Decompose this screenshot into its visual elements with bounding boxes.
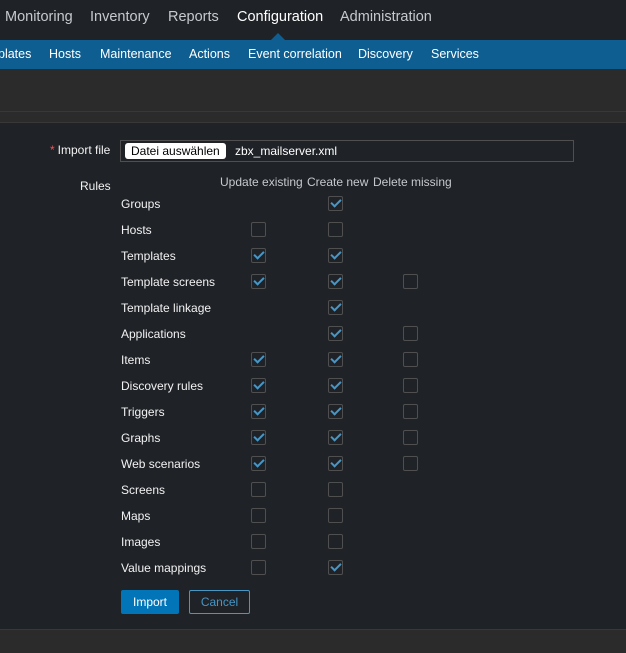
rules-label: Rules	[80, 179, 111, 193]
rule-label-groups: Groups	[121, 197, 161, 211]
checkbox-create-hosts[interactable]	[328, 222, 343, 237]
checkbox-create-web-scenarios[interactable]	[328, 456, 343, 471]
checkbox-delete-triggers[interactable]	[403, 404, 418, 419]
checkbox-create-template-linkage[interactable]	[328, 300, 343, 315]
checkbox-create-template-screens[interactable]	[328, 274, 343, 289]
checkbox-update-hosts[interactable]	[251, 222, 266, 237]
topnav-configuration[interactable]: Configuration	[237, 9, 323, 25]
checkbox-create-discovery-rules[interactable]	[328, 378, 343, 393]
column-delete-missing: Delete missing	[373, 175, 452, 189]
active-tab-caret	[271, 33, 285, 40]
top-navigation: Monitoring Inventory Reports Configurati…	[0, 0, 626, 40]
rule-label-triggers: Triggers	[121, 405, 165, 419]
checkbox-create-groups[interactable]	[328, 196, 343, 211]
footer-band	[0, 630, 626, 653]
import-file-label-text: Import file	[57, 143, 111, 157]
rule-label-template-screens: Template screens	[121, 275, 216, 289]
checkbox-update-template-screens[interactable]	[251, 274, 266, 289]
checkbox-create-screens[interactable]	[328, 482, 343, 497]
subnav-event-correlation[interactable]: Event correlation	[248, 47, 342, 61]
checkbox-delete-items[interactable]	[403, 352, 418, 367]
selected-file-name: zbx_mailserver.xml	[235, 144, 338, 158]
subnav-actions[interactable]: Actions	[189, 47, 230, 61]
rule-label-items: Items	[121, 353, 151, 367]
subnav-discovery[interactable]: Discovery	[358, 47, 413, 61]
rule-label-template-linkage: Template linkage	[121, 301, 212, 315]
checkbox-update-images[interactable]	[251, 534, 266, 549]
required-marker: *	[50, 143, 55, 157]
rule-label-images: Images	[121, 535, 161, 549]
topnav-inventory[interactable]: Inventory	[90, 9, 150, 25]
page-header	[0, 69, 626, 111]
rule-label-screens: Screens	[121, 483, 166, 497]
rule-label-value-mappings: Value mappings	[121, 561, 207, 575]
checkbox-create-images[interactable]	[328, 534, 343, 549]
topnav-reports[interactable]: Reports	[168, 9, 219, 25]
checkbox-delete-graphs[interactable]	[403, 430, 418, 445]
rule-label-graphs: Graphs	[121, 431, 161, 445]
checkbox-delete-template-screens[interactable]	[403, 274, 418, 289]
subnav-services[interactable]: Services	[431, 47, 479, 61]
cancel-button[interactable]: Cancel	[189, 590, 250, 614]
checkbox-create-applications[interactable]	[328, 326, 343, 341]
rule-label-templates: Templates	[121, 249, 176, 263]
choose-file-button[interactable]: Datei auswählen	[125, 143, 226, 159]
checkbox-update-maps[interactable]	[251, 508, 266, 523]
import-form	[0, 123, 626, 629]
checkbox-create-value-mappings[interactable]	[328, 560, 343, 575]
rule-label-applications: Applications	[121, 327, 186, 341]
import-button[interactable]: Import	[121, 590, 179, 614]
rule-label-maps: Maps	[121, 509, 151, 523]
checkbox-delete-discovery-rules[interactable]	[403, 378, 418, 393]
subnav-hosts[interactable]: Hosts	[49, 47, 81, 61]
checkbox-create-triggers[interactable]	[328, 404, 343, 419]
checkbox-update-discovery-rules[interactable]	[251, 378, 266, 393]
import-file-input[interactable]: Datei auswählen zbx_mailserver.xml	[120, 140, 574, 162]
checkbox-create-maps[interactable]	[328, 508, 343, 523]
checkbox-update-screens[interactable]	[251, 482, 266, 497]
checkbox-delete-web-scenarios[interactable]	[403, 456, 418, 471]
subnav-templates[interactable]: plates	[0, 47, 31, 61]
rule-label-discovery-rules: Discovery rules	[121, 379, 204, 393]
tab-band	[0, 112, 626, 122]
topnav-monitoring[interactable]: Monitoring	[5, 9, 73, 25]
checkbox-create-graphs[interactable]	[328, 430, 343, 445]
rule-label-hosts: Hosts	[121, 223, 152, 237]
checkbox-create-templates[interactable]	[328, 248, 343, 263]
column-update-existing: Update existing	[220, 175, 303, 189]
checkbox-update-web-scenarios[interactable]	[251, 456, 266, 471]
checkbox-update-value-mappings[interactable]	[251, 560, 266, 575]
import-file-label: * Import file	[50, 143, 110, 157]
checkbox-delete-applications[interactable]	[403, 326, 418, 341]
subnav-maintenance[interactable]: Maintenance	[100, 47, 172, 61]
checkbox-update-items[interactable]	[251, 352, 266, 367]
checkbox-update-graphs[interactable]	[251, 430, 266, 445]
column-create-new: Create new	[307, 175, 369, 189]
rule-label-web-scenarios: Web scenarios	[121, 457, 201, 471]
checkbox-update-triggers[interactable]	[251, 404, 266, 419]
sub-navigation: plates Hosts Maintenance Actions Event c…	[0, 40, 626, 69]
topnav-administration[interactable]: Administration	[340, 9, 432, 25]
checkbox-update-templates[interactable]	[251, 248, 266, 263]
checkbox-create-items[interactable]	[328, 352, 343, 367]
